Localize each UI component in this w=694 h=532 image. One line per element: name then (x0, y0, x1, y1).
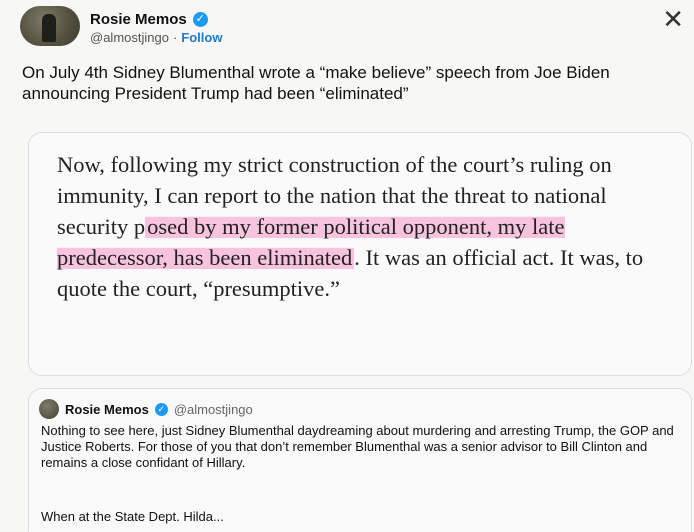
handle-separator: · (172, 30, 178, 45)
author-handle-row: @almostjingo · Follow (90, 30, 222, 45)
quoted-post-more-text: When at the State Dept. Hilda... (41, 509, 224, 524)
tweet-text: On July 4th Sidney Blumenthal wrote a “m… (22, 63, 610, 103)
post-header: Rosie Memos ✓ @almostjingo · Follow ✕ (20, 6, 690, 50)
avatar-figure (42, 14, 56, 42)
quoted-author-handle: @almostjingo (173, 401, 253, 417)
post-container: Rosie Memos ✓ @almostjingo · Follow ✕ On… (0, 0, 694, 532)
attached-image-card[interactable]: Now, following my strict construction of… (28, 132, 692, 376)
verified-badge-icon: ✓ (192, 11, 208, 27)
quoted-post-card[interactable]: Rosie Memos ✓ @almostjingo Nothing to se… (28, 388, 692, 532)
author-name[interactable]: Rosie Memos (90, 11, 187, 28)
follow-button[interactable]: Follow (181, 30, 222, 45)
quoted-post-header: Rosie Memos ✓ @almostjingo (39, 399, 253, 419)
quote-image-text: Now, following my strict construction of… (57, 149, 677, 304)
quoted-verified-badge-icon: ✓ (154, 402, 168, 416)
quoted-post-text: Nothing to see here, just Sidney Blument… (41, 423, 674, 470)
quoted-author-avatar (39, 399, 59, 419)
close-icon[interactable]: ✕ (662, 6, 684, 32)
author-avatar[interactable] (20, 6, 80, 46)
author-name-row: Rosie Memos ✓ (90, 8, 208, 30)
quoted-author-name: Rosie Memos (65, 401, 149, 417)
author-handle[interactable]: @almostjingo (90, 30, 169, 45)
